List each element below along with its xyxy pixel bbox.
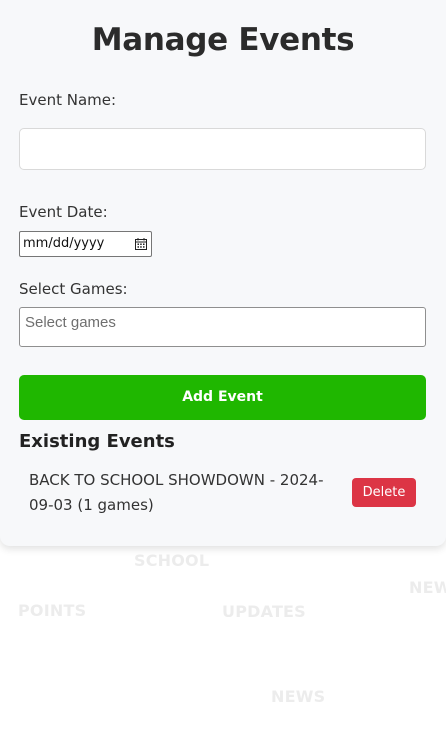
delete-event-button[interactable]: Delete bbox=[352, 478, 416, 507]
event-name-input[interactable] bbox=[19, 128, 426, 170]
page: SCHOOL POINTS UPDATES NEW NEWS Manage Ev… bbox=[0, 0, 446, 747]
event-name-label: Event Name: bbox=[19, 91, 117, 109]
select-games-placeholder: Select games bbox=[25, 314, 116, 331]
background-word-news-right: NEW bbox=[409, 578, 446, 597]
page-title: Manage Events bbox=[91, 22, 355, 58]
event-item-text: BACK TO SCHOOL SHOWDOWN - 2024-09-03 (1 … bbox=[29, 471, 324, 514]
event-list-item: BACK TO SCHOOL SHOWDOWN - 2024-09-03 (1 … bbox=[19, 460, 426, 526]
background-word-points: POINTS bbox=[18, 601, 87, 620]
select-games-label: Select Games: bbox=[19, 280, 128, 298]
calendar-icon[interactable] bbox=[135, 238, 147, 250]
background-word-news: NEWS bbox=[271, 687, 326, 706]
background-word-updates: UPDATES bbox=[222, 602, 306, 621]
background-word-school: SCHOOL bbox=[134, 551, 210, 570]
add-event-button[interactable]: Add Event bbox=[19, 375, 426, 420]
event-date-label: Event Date: bbox=[19, 203, 108, 221]
select-games-input[interactable]: Select games bbox=[19, 307, 426, 347]
event-date-input[interactable]: mm/dd/yyyy bbox=[19, 231, 152, 257]
manage-events-card: Manage Events Event Name: Event Date: mm… bbox=[0, 0, 446, 546]
existing-events-heading: Existing Events bbox=[19, 431, 175, 452]
event-date-placeholder: mm/dd/yyyy bbox=[23, 236, 105, 251]
